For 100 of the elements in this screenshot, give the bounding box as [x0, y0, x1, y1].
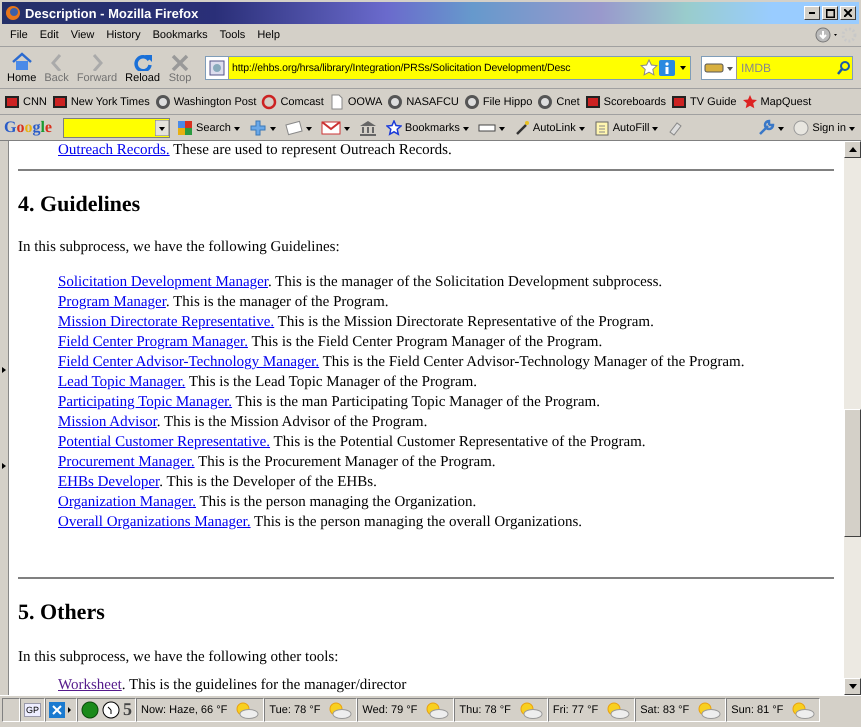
list-entry: Mission Advisor. This is the Mission Advisor of the Program.	[58, 413, 428, 432]
expand-arrow-icon[interactable]	[2, 463, 6, 469]
menu-item[interactable]: View	[64, 27, 100, 43]
page-link[interactable]: Outreach Records.	[58, 142, 170, 158]
close-button[interactable]	[840, 6, 856, 20]
maximize-icon	[826, 8, 834, 18]
notepad-icon	[284, 120, 303, 136]
search-button[interactable]: Search	[175, 120, 242, 136]
clock-icon[interactable]	[102, 700, 120, 718]
weather-panel[interactable]: Sun: 81 °F	[726, 698, 820, 722]
weather-panel[interactable]: Fri: 77 °F	[548, 698, 636, 722]
wand-icon	[514, 120, 530, 136]
search-input[interactable]: IMDB	[737, 60, 836, 74]
envelope-icon	[320, 120, 341, 134]
status-count: 5	[123, 699, 132, 720]
field-button[interactable]	[476, 122, 507, 132]
maximize-button[interactable]	[822, 6, 838, 20]
home-button[interactable]: Home	[4, 50, 40, 85]
bookmark-link[interactable]: TV Guide	[671, 94, 736, 110]
autolink-button[interactable]: AutoLink	[512, 120, 587, 136]
bookmark-link[interactable]: MapQuest	[742, 94, 812, 110]
window-title: Description - Mozilla Firefox	[25, 6, 200, 20]
sign-in-button[interactable]: Sign in	[791, 120, 857, 136]
list-entry: Field Center Advisor-Technology Manager. This is the Field Center Advisor-Technology Manager of the Program.	[58, 353, 746, 372]
star-icon[interactable]	[640, 58, 658, 76]
weather-panel[interactable]: Thu: 78 °F	[454, 698, 548, 722]
list-entry: Field Center Program Manager. This is the Field Center Program Manager of the Program.	[58, 333, 604, 352]
list-entry: Procurement Manager. This is the Procurement Manager of the Program.	[58, 453, 497, 472]
menu-item[interactable]: Edit	[34, 27, 65, 43]
square-icon	[584, 94, 601, 110]
weather-panel[interactable]: Now: Haze, 66 °F	[136, 698, 264, 722]
scroll-up-button[interactable]	[844, 141, 861, 158]
scroll-thumb[interactable]	[844, 409, 861, 537]
list-entry: Lead Topic Manager. This is the Lead Topic Manager of the Program.	[58, 373, 478, 392]
list-entry: Program Manager. This is the manager of the Program.	[58, 293, 390, 312]
bookmark-link[interactable]: Scoreboards	[584, 94, 666, 110]
menu-item[interactable]: File	[4, 27, 34, 43]
down-arrow-icon	[848, 684, 856, 689]
form-icon	[594, 120, 610, 136]
page-link[interactable]: Procurement Manager.	[58, 454, 195, 470]
page-link[interactable]: Field Center Program Manager.	[58, 334, 248, 350]
bookmark-link[interactable]: Washington Post	[154, 94, 256, 110]
bookmark-link[interactable]: OOWA	[328, 94, 382, 110]
scrollbar[interactable]	[844, 141, 861, 695]
star-icon	[386, 120, 402, 136]
menu-item[interactable]: Help	[251, 27, 286, 43]
weather-panel[interactable]: Sat: 83 °F	[635, 698, 726, 722]
page-link[interactable]: Program Manager	[58, 294, 166, 310]
up-arrow-icon	[848, 147, 856, 152]
minimize-button[interactable]	[804, 6, 820, 20]
status-badge[interactable]: GP	[24, 702, 42, 716]
rectangle-icon	[478, 122, 496, 132]
page-link[interactable]: Field Center Advisor-Technology Manager.	[58, 354, 320, 370]
page-link[interactable]: Mission Directorate Representative.	[58, 314, 274, 330]
bookmark-link[interactable]: Comcast	[261, 94, 324, 110]
autofill-button[interactable]: AutoFill	[592, 120, 660, 136]
expand-arrow-icon[interactable]	[2, 367, 6, 373]
indicator-icon[interactable]	[81, 700, 100, 718]
page-link[interactable]: Potential Customer Representative.	[58, 434, 270, 450]
circle-icon	[793, 120, 810, 136]
page-link[interactable]: Organization Manager.	[58, 494, 196, 510]
plus-icon	[248, 118, 267, 136]
page-link[interactable]: Worksheet	[58, 677, 122, 693]
page-link[interactable]: Mission Advisor	[58, 414, 157, 430]
circle-icon	[154, 94, 171, 110]
square-icon	[4, 94, 20, 110]
page-link[interactable]: EHBs Developer	[58, 474, 160, 490]
mail-button[interactable]	[318, 120, 352, 134]
weather-panel[interactable]: Wed: 79 °F	[357, 698, 454, 722]
app-icon[interactable]	[49, 702, 74, 718]
page-icon	[328, 94, 345, 110]
search-field[interactable]: IMDB	[701, 56, 853, 80]
bookmark-link[interactable]: NASAFCU	[387, 94, 459, 110]
address-field[interactable]: http://ehbs.org/hrsa/library/Integration/PRSs/Solicitation Development/Desc	[205, 56, 691, 80]
section-intro: In this subprocess, we have the following other tools:	[18, 648, 340, 666]
list-entry: Solicitation Development Manager. This is the manager of the Solicitation Development subprocess.	[58, 273, 664, 292]
wrench-icon	[757, 118, 776, 136]
list-entry: Potential Customer Representative. This is the Potential Customer Representative of the Program.	[58, 433, 647, 452]
menu-item[interactable]: Bookmarks	[146, 27, 214, 43]
bookmark-link[interactable]: New York Times	[52, 94, 150, 110]
menu-item[interactable]: History	[100, 27, 147, 43]
notes-button[interactable]	[282, 120, 314, 136]
search-icon[interactable]	[836, 60, 852, 76]
reload-button[interactable]: Reload	[122, 50, 164, 85]
bookmarks-button[interactable]: Bookmarks	[384, 120, 471, 136]
page-link[interactable]: Overall Organizations Manager.	[58, 514, 251, 530]
menu-item[interactable]: Tools	[214, 27, 252, 43]
weather-panel[interactable]: Tue: 78 °F	[264, 698, 358, 722]
info-icon[interactable]	[658, 58, 676, 76]
section-intro: In this subprocess, we have the following Guidelines:	[18, 238, 341, 256]
list-entry: Overall Organizations Manager. This is the person managing the overall Organizations.	[58, 513, 584, 532]
list-entry: Participating Topic Manager. This is the man Participating Topic Manager of the Program.	[58, 393, 601, 412]
section-heading: 5. Others	[18, 599, 106, 625]
page-link[interactable]: Lead Topic Manager.	[58, 374, 186, 390]
bookmark-link[interactable]: Cnet	[537, 94, 580, 110]
bookmark-link[interactable]: CNN	[4, 94, 47, 110]
page-link[interactable]: Participating Topic Manager.	[58, 394, 232, 410]
page-link[interactable]: Solicitation Development Manager	[58, 274, 268, 290]
scroll-down-button[interactable]	[844, 678, 861, 695]
bookmark-link[interactable]: File Hippo	[464, 94, 532, 110]
